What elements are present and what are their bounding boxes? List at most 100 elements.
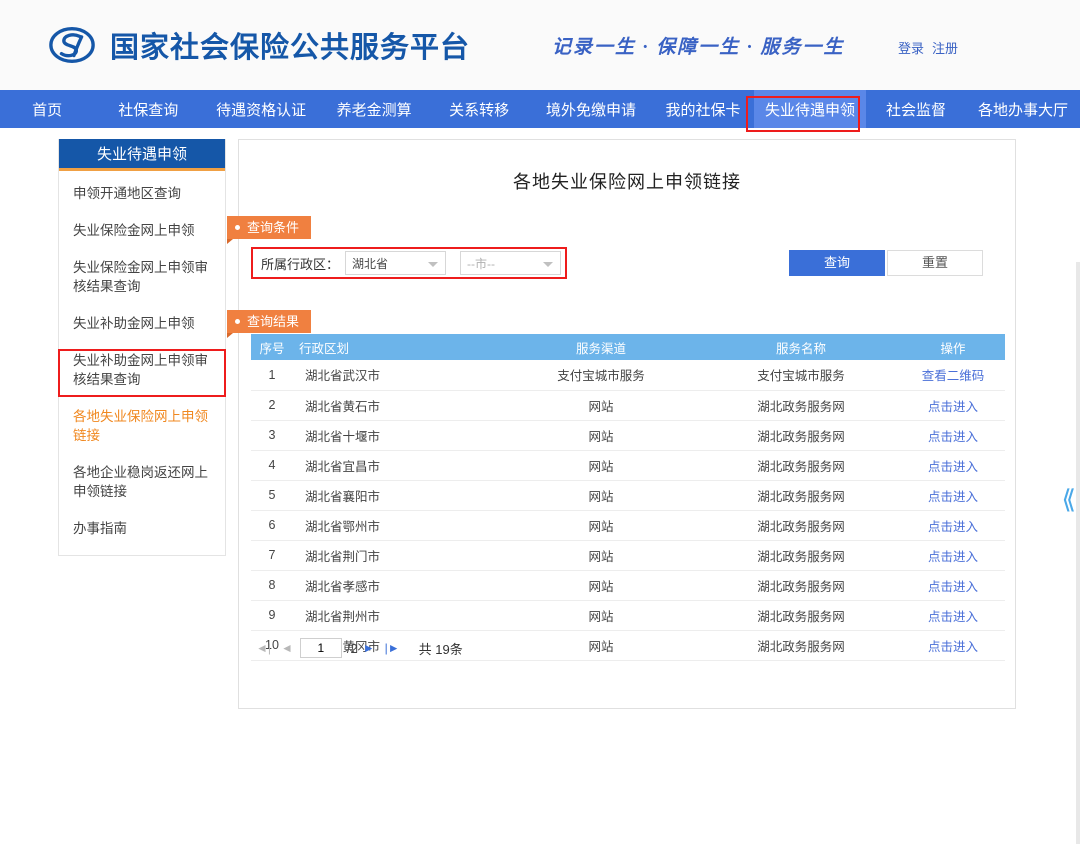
row-action: 点击进入 — [901, 630, 1005, 660]
column-header-service: 服务名称 — [701, 334, 901, 360]
row-service: 湖北政务服务网 — [701, 390, 901, 420]
row-area: 湖北省鄂州市 — [293, 510, 501, 540]
sidebar-item-label: 失业保险金网上申领 — [73, 223, 195, 238]
nav-item-4[interactable]: 关系转移 — [428, 90, 530, 128]
register-link[interactable]: 注册 — [932, 41, 958, 56]
row-index-text: 9 — [269, 608, 276, 622]
nav-item-1[interactable]: 社保查询 — [94, 90, 202, 128]
row-index: 4 — [251, 450, 293, 480]
nav-item-9[interactable]: 各地办事大厅 — [966, 90, 1080, 128]
row-channel-text: 网站 — [588, 460, 613, 474]
nav-item-2[interactable]: 待遇资格认证 — [202, 90, 320, 128]
results-table-body: 1湖北省武汉市支付宝城市服务支付宝城市服务查看二维码2湖北省黄石市网站湖北政务服… — [251, 360, 1005, 660]
row-action-link[interactable]: 点击进入 — [928, 400, 978, 414]
row-action: 点击进入 — [901, 390, 1005, 420]
row-channel-text: 网站 — [588, 550, 613, 564]
row-index-text: 5 — [269, 488, 276, 502]
row-action-link[interactable]: 查看二维码 — [922, 369, 985, 383]
prev-page-icon[interactable]: ◄ — [281, 641, 293, 655]
nav-item-5[interactable]: 境外免缴申请 — [530, 90, 652, 128]
nav-item-6[interactable]: 我的社保卡 — [652, 90, 754, 128]
login-link[interactable]: 登录 — [898, 41, 924, 56]
sidebar-item-3[interactable]: 失业补助金网上申领 — [59, 305, 225, 342]
column-header-action: 操作 — [901, 334, 1005, 360]
sidebar-item-7[interactable]: 办事指南 — [59, 510, 225, 547]
nav-item-label: 社会监督 — [886, 99, 946, 120]
row-action-link[interactable]: 点击进入 — [928, 460, 978, 474]
sidebar-item-label: 失业补助金网上申领 — [73, 316, 195, 331]
nav-item-8[interactable]: 社会监督 — [866, 90, 966, 128]
sidebar-item-0[interactable]: 申领开通地区查询 — [59, 175, 225, 212]
row-area-text: 湖北省武汉市 — [305, 369, 380, 383]
row-index-text: 3 — [269, 428, 276, 442]
row-action: 点击进入 — [901, 510, 1005, 540]
table-row: 8湖北省孝感市网站湖北政务服务网点击进入 — [251, 570, 1005, 600]
city-select[interactable]: --市-- — [460, 251, 561, 275]
nav-item-label: 社保查询 — [118, 99, 178, 120]
row-action-link[interactable]: 点击进入 — [928, 550, 978, 564]
table-row: 1湖北省武汉市支付宝城市服务支付宝城市服务查看二维码 — [251, 360, 1005, 390]
nav-item-7[interactable]: 失业待遇申领 — [754, 90, 866, 128]
row-channel: 网站 — [501, 630, 701, 660]
row-channel-text: 网站 — [588, 580, 613, 594]
nav-item-label: 境外免缴申请 — [546, 99, 636, 120]
row-action-link[interactable]: 点击进入 — [928, 430, 978, 444]
row-channel: 支付宝城市服务 — [501, 360, 701, 390]
row-index-text: 6 — [269, 518, 276, 532]
sidebar-item-4[interactable]: 失业补助金网上申领审核结果查询 — [59, 342, 225, 398]
row-area-text: 湖北省十堰市 — [305, 430, 380, 444]
row-index: 3 — [251, 420, 293, 450]
page-body: 失业待遇申领 申领开通地区查询失业保险金网上申领失业保险金网上申领审核结果查询失… — [0, 128, 1080, 710]
row-area: 湖北省宜昌市 — [293, 450, 501, 480]
row-index: 9 — [251, 600, 293, 630]
nav-item-label: 各地办事大厅 — [978, 99, 1068, 120]
page-title: 各地失业保险网上申领链接 — [239, 168, 1015, 194]
sidebar-item-2[interactable]: 失业保险金网上申领审核结果查询 — [59, 249, 225, 305]
site-slogan: 记录一生 · 保障一生 · 服务一生 — [552, 32, 845, 59]
row-service: 湖北政务服务网 — [701, 510, 901, 540]
sidebar-item-6[interactable]: 各地企业稳岗返还网上申领链接 — [59, 454, 225, 510]
row-channel: 网站 — [501, 510, 701, 540]
row-service-text: 湖北政务服务网 — [757, 400, 845, 414]
row-action-link[interactable]: 点击进入 — [928, 640, 978, 654]
row-channel: 网站 — [501, 600, 701, 630]
row-service-text: 湖北政务服务网 — [757, 430, 845, 444]
row-action-link[interactable]: 点击进入 — [928, 610, 978, 624]
brand-title: 国家社会保险公共服务平台 — [110, 24, 470, 66]
sidebar-item-label: 失业补助金网上申领审核结果查询 — [73, 353, 208, 387]
page-number-input[interactable] — [300, 638, 342, 658]
row-action: 点击进入 — [901, 420, 1005, 450]
next-page-icon[interactable]: ► — [363, 641, 375, 655]
nav-item-3[interactable]: 养老金测算 — [320, 90, 428, 128]
column-header-index: 序号 — [251, 334, 293, 360]
province-select[interactable]: 湖北省 — [345, 251, 446, 275]
first-page-icon[interactable]: ◄| — [256, 641, 271, 655]
row-channel-text: 网站 — [588, 610, 613, 624]
sidebar-item-label: 各地企业稳岗返还网上申领链接 — [73, 465, 208, 499]
table-row: 5湖北省襄阳市网站湖北政务服务网点击进入 — [251, 480, 1005, 510]
row-action: 查看二维码 — [901, 360, 1005, 390]
query-button[interactable]: 查询 — [789, 250, 885, 276]
row-channel-text: 网站 — [588, 520, 613, 534]
row-service-text: 湖北政务服务网 — [757, 550, 845, 564]
sidebar-item-5[interactable]: 各地失业保险网上申领链接 — [59, 398, 225, 454]
row-channel: 网站 — [501, 570, 701, 600]
collapse-panel-icon[interactable]: ⟪ — [1062, 486, 1072, 512]
last-page-icon[interactable]: |► — [385, 641, 400, 655]
row-channel-text: 网站 — [588, 640, 613, 654]
city-select-value: --市-- — [467, 255, 495, 272]
reset-button[interactable]: 重置 — [887, 250, 983, 276]
row-index-text: 1 — [269, 368, 276, 382]
sidebar-item-1[interactable]: 失业保险金网上申领 — [59, 212, 225, 249]
row-area: 湖北省孝感市 — [293, 570, 501, 600]
nav-item-label: 我的社保卡 — [665, 99, 740, 120]
total-records-label: 共 19条 — [419, 639, 463, 658]
row-action-link[interactable]: 点击进入 — [928, 520, 978, 534]
row-action-link[interactable]: 点击进入 — [928, 490, 978, 504]
row-service: 湖北政务服务网 — [701, 540, 901, 570]
row-action: 点击进入 — [901, 600, 1005, 630]
row-action: 点击进入 — [901, 450, 1005, 480]
row-service-text: 湖北政务服务网 — [757, 520, 845, 534]
nav-item-0[interactable]: 首页 — [0, 90, 94, 128]
row-action-link[interactable]: 点击进入 — [928, 580, 978, 594]
